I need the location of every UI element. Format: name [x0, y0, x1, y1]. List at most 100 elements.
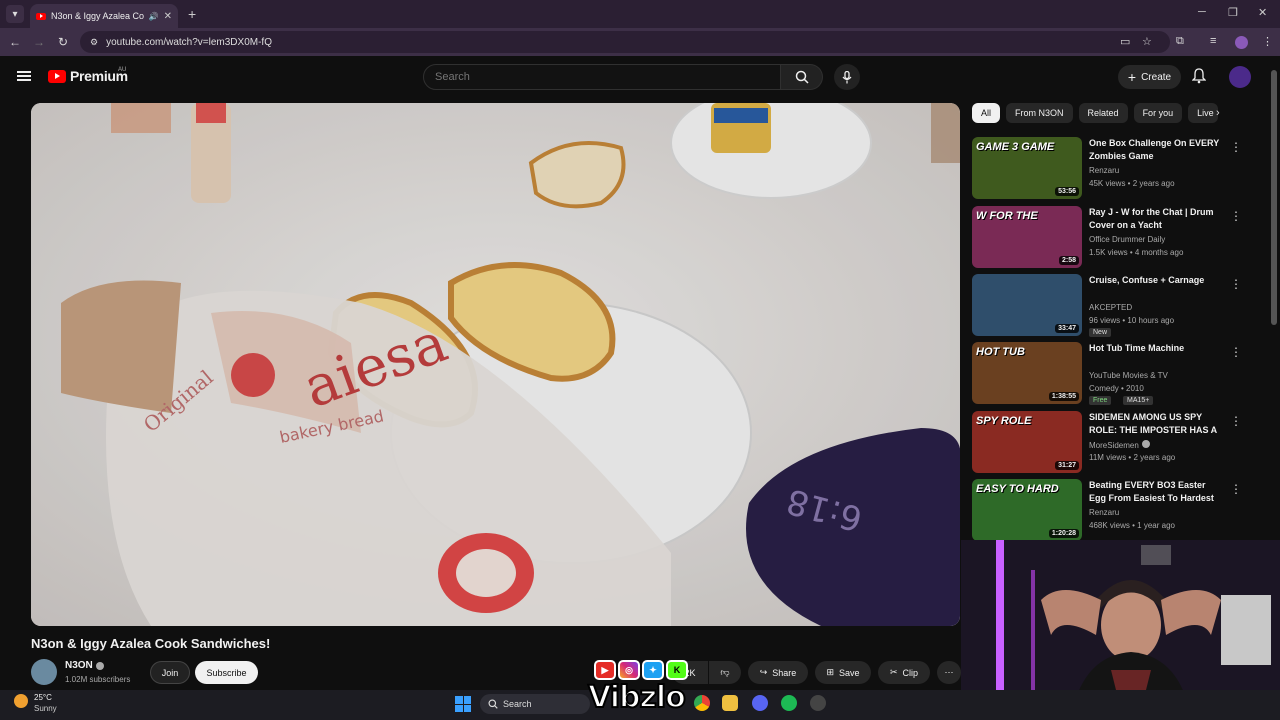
channel-name: Renzaru: [1089, 508, 1120, 517]
recommendation-thumbnail[interactable]: HOT TUB 1:38:55: [972, 342, 1082, 404]
video-duration: 53:56: [1055, 187, 1079, 196]
recommendation-title[interactable]: Hot Tub Time Machine: [1089, 342, 1224, 355]
dislike-button[interactable]: 👎︎: [709, 661, 741, 684]
spotify-taskbar-icon[interactable]: [781, 695, 797, 711]
account-avatar[interactable]: [1229, 66, 1251, 88]
recommendation-channel[interactable]: YouTube Movies & TV: [1089, 371, 1168, 380]
kick-social-icon: K: [666, 660, 688, 680]
discord-taskbar-icon[interactable]: [752, 695, 768, 711]
streamer-webcam: [961, 540, 1280, 698]
profile-icon[interactable]: [1235, 36, 1248, 49]
recommendation-meta: 45K views • 2 years ago: [1089, 179, 1175, 188]
media-control-icon[interactable]: ≡: [1210, 35, 1216, 47]
voice-search-button[interactable]: [834, 64, 860, 90]
recommendation-title[interactable]: Beating EVERY BO3 Easter Egg From Easies…: [1089, 479, 1224, 505]
recommendation-item[interactable]: SPY ROLE 31:27 SIDEMEN AMONG US SPY ROLE: …: [972, 411, 1262, 473]
more-options-icon[interactable]: ⋮: [1230, 345, 1242, 359]
recommendation-item[interactable]: GAME 3 GAME 53:56 One Box Challenge On EVE…: [972, 137, 1262, 199]
recommendation-title[interactable]: Ray J - W for the Chat | Drum Cover on a…: [1089, 206, 1224, 232]
page-scrollbar[interactable]: [1271, 70, 1277, 325]
recommendation-meta: 96 views • 10 hours ago: [1089, 316, 1175, 325]
recommendation-thumbnail[interactable]: EASY TO HARD 1:20:28: [972, 479, 1082, 541]
forward-icon[interactable]: →: [27, 35, 51, 49]
recommendation-item[interactable]: 33:47 Cruise, Confuse + Carnage AKCEPTED 96…: [972, 274, 1262, 337]
chrome-taskbar-icon[interactable]: [694, 695, 710, 711]
clip-button[interactable]: ✂ Clip: [878, 661, 930, 684]
youtube-favicon-icon: [36, 12, 46, 20]
more-options-icon[interactable]: ⋮: [1230, 482, 1242, 496]
weather-sun-icon[interactable]: [14, 694, 28, 708]
browser-tab[interactable]: N3on & Iggy Azalea Cook S 🔊 ✕: [30, 4, 178, 28]
more-options-icon[interactable]: ⋮: [1230, 209, 1242, 223]
create-button[interactable]: + Create: [1118, 65, 1181, 89]
scissors-icon: ✂: [889, 667, 898, 677]
share-button[interactable]: ↪ Share: [748, 661, 808, 684]
clip-label: Clip: [902, 667, 919, 678]
subscriber-count: 1.02M subscribers: [65, 675, 131, 684]
recommendation-title[interactable]: SIDEMEN AMONG US SPY ROLE: THE IMPOSTER …: [1089, 411, 1224, 438]
recommendation-thumbnail[interactable]: W FOR THE 2:58: [972, 206, 1082, 268]
recommendation-title[interactable]: One Box Challenge On EVERY Zombies Game: [1089, 137, 1224, 163]
recommendation-item[interactable]: W FOR THE 2:58 Ray J - W for the Chat | Dr…: [972, 206, 1262, 268]
subscribe-button[interactable]: Subscribe: [195, 661, 258, 684]
recommendation-title[interactable]: Cruise, Confuse + Carnage: [1089, 274, 1224, 287]
tab-search-menu-icon[interactable]: ▾: [6, 5, 24, 23]
video-duration: 33:47: [1055, 324, 1079, 333]
video-player[interactable]: aiesa bakery bread Original 6:18: [31, 103, 960, 626]
maximize-icon[interactable]: ❐: [1228, 6, 1238, 19]
microphone-icon: [842, 70, 852, 83]
recommendation-channel[interactable]: MoreSidemen: [1089, 440, 1150, 450]
hamburger-menu-icon[interactable]: [17, 71, 31, 81]
recommendation-channel[interactable]: Renzaru: [1089, 508, 1119, 517]
channel-name: MoreSidemen: [1089, 441, 1139, 450]
recommendation-item[interactable]: EASY TO HARD 1:20:28 Beating EVERY BO3 Eas…: [972, 479, 1262, 541]
new-tab-button[interactable]: +: [188, 6, 196, 22]
join-button[interactable]: Join: [150, 661, 190, 684]
reload-icon[interactable]: ↻: [51, 35, 75, 49]
close-window-icon[interactable]: ✕: [1258, 6, 1267, 19]
windows-start-icon[interactable]: [455, 696, 471, 712]
extensions-icon[interactable]: ⧉: [1176, 35, 1184, 48]
chip-for-you[interactable]: For you: [1133, 103, 1183, 123]
chip-from-channel[interactable]: From N3ON: [1006, 103, 1073, 123]
more-options-icon[interactable]: ⋮: [1230, 277, 1242, 291]
browser-menu-icon[interactable]: ⋮: [1262, 35, 1273, 48]
site-info-icon[interactable]: ⚙: [90, 37, 98, 48]
chip-live[interactable]: Live: [1188, 103, 1219, 123]
recommendation-channel[interactable]: Renzaru: [1089, 166, 1119, 175]
video-duration: 1:20:28: [1048, 529, 1079, 538]
speaker-icon[interactable]: 🔊: [149, 12, 159, 21]
create-label: Create: [1141, 71, 1172, 83]
cast-icon[interactable]: ▭: [1120, 35, 1130, 48]
chevron-right-icon[interactable]: ›: [1216, 107, 1220, 119]
taskbar-search[interactable]: Search: [480, 694, 590, 714]
app-taskbar-icon[interactable]: [810, 695, 826, 711]
url-text: youtube.com/watch?v=lem3DX0M-fQ: [106, 36, 272, 48]
channel-avatar[interactable]: [31, 659, 57, 685]
channel-name: AKCEPTED: [1089, 303, 1133, 312]
search-button[interactable]: [781, 64, 823, 90]
notifications-bell-icon[interactable]: [1191, 68, 1207, 89]
more-options-icon[interactable]: ⋮: [1230, 414, 1242, 428]
more-actions-button[interactable]: ⋯: [937, 661, 961, 684]
recommendation-thumbnail[interactable]: GAME 3 GAME 53:56: [972, 137, 1082, 199]
bookmark-star-icon[interactable]: ☆: [1142, 35, 1152, 48]
url-field[interactable]: ⚙ youtube.com/watch?v=lem3DX0M-fQ: [80, 31, 1170, 53]
chip-related[interactable]: Related: [1078, 103, 1128, 123]
recommendation-thumbnail[interactable]: 33:47: [972, 274, 1082, 336]
search-input[interactable]: [423, 64, 781, 90]
channel-name-link[interactable]: N3ON: [65, 660, 104, 671]
recommendation-item[interactable]: HOT TUB 1:38:55 Hot Tub Time Machine YouTub…: [972, 342, 1262, 405]
close-tab-icon[interactable]: ✕: [164, 11, 172, 22]
region-code: AU: [118, 67, 127, 73]
back-icon[interactable]: ←: [3, 35, 27, 49]
chip-all[interactable]: All: [972, 103, 1001, 123]
recommendation-thumbnail[interactable]: SPY ROLE 31:27: [972, 411, 1082, 473]
file-explorer-taskbar-icon[interactable]: [722, 695, 738, 711]
minimize-icon[interactable]: ─: [1198, 6, 1206, 18]
youtube-premium-logo[interactable]: Premium: [48, 68, 128, 84]
save-button[interactable]: ⊞ Save: [815, 661, 871, 684]
recommendation-channel[interactable]: Office Drummer Daily: [1089, 235, 1165, 244]
more-options-icon[interactable]: ⋮: [1230, 140, 1242, 154]
recommendation-channel[interactable]: AKCEPTED: [1089, 303, 1132, 312]
